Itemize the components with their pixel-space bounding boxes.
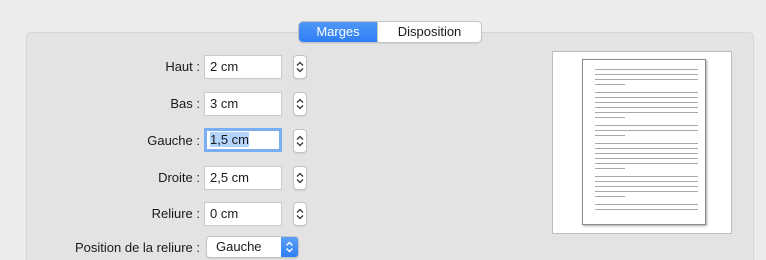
right-margin-label: Droite : <box>158 170 200 185</box>
gutter-position-value: Gauche <box>216 239 262 254</box>
text-line <box>595 158 698 159</box>
text-line <box>595 204 698 205</box>
popup-arrows-button <box>281 237 298 257</box>
gutter-stepper[interactable] <box>293 202 307 226</box>
text-line <box>595 181 698 182</box>
text-line <box>595 112 698 113</box>
text-line <box>595 135 625 136</box>
bottom-margin-label: Bas : <box>170 96 200 111</box>
text-line <box>595 130 698 131</box>
text-line <box>595 84 625 85</box>
tab-bar: Marges Disposition <box>298 21 482 43</box>
text-line <box>595 186 698 187</box>
gutter-field[interactable]: 0 cm <box>204 202 282 226</box>
stepper-arrows-icon <box>296 208 304 220</box>
popup-arrows-icon <box>286 241 293 253</box>
text-line <box>595 117 625 118</box>
tab-margins[interactable]: Marges <box>299 22 377 42</box>
page-thumbnail <box>582 59 706 225</box>
text-line <box>595 125 698 126</box>
right-margin-stepper[interactable] <box>293 166 307 190</box>
stepper-arrows-icon <box>296 61 304 73</box>
gutter-label: Reliure : <box>151 206 200 221</box>
left-margin-value: 1,5 cm <box>210 132 250 147</box>
text-line <box>595 92 698 93</box>
text-line <box>595 168 625 169</box>
gutter-position-label: Position de la reliure : <box>74 240 200 255</box>
bottom-margin-field[interactable]: 3 cm <box>204 92 282 116</box>
text-line <box>595 79 698 80</box>
text-line <box>595 191 698 192</box>
text-line <box>595 176 698 177</box>
left-margin-field[interactable]: 1,5 cm <box>204 128 282 152</box>
right-margin-field[interactable]: 2,5 cm <box>204 166 282 190</box>
text-line <box>595 69 698 70</box>
top-margin-field[interactable]: 2 cm <box>204 55 282 79</box>
stepper-arrows-icon <box>296 172 304 184</box>
text-line <box>595 74 698 75</box>
text-line <box>595 163 698 164</box>
text-line <box>595 148 698 149</box>
text-line <box>595 196 625 197</box>
tab-layout[interactable]: Disposition <box>377 22 481 42</box>
page-preview <box>552 51 732 234</box>
top-margin-label: Haut : <box>165 59 200 74</box>
top-margin-stepper[interactable] <box>293 55 307 79</box>
stepper-arrows-icon <box>296 98 304 110</box>
left-margin-stepper[interactable] <box>293 129 307 153</box>
stepper-arrows-icon <box>296 135 304 147</box>
text-line <box>595 153 698 154</box>
bottom-margin-stepper[interactable] <box>293 92 307 116</box>
text-line <box>595 209 698 210</box>
left-margin-label: Gauche : <box>147 133 200 148</box>
gutter-position-popup[interactable]: Gauche <box>206 236 299 258</box>
text-line <box>595 143 698 144</box>
text-line <box>595 97 698 98</box>
text-line <box>595 102 698 103</box>
text-line <box>595 107 698 108</box>
